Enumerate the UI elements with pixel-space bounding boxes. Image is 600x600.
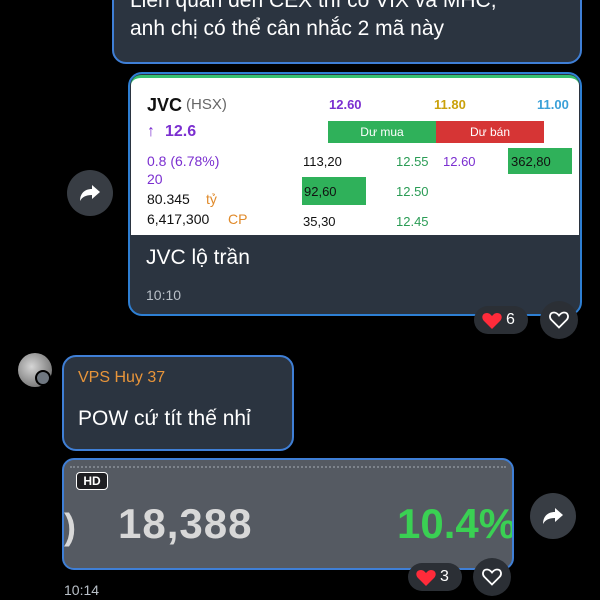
message-text: JVC lộ trần (146, 246, 250, 269)
trade-volume: 6,417,300 (147, 211, 210, 227)
message-time: 10:14 (64, 582, 100, 598)
reaction-heart[interactable]: 6 (474, 306, 528, 334)
bid-3-price: 12.45 (396, 214, 429, 229)
stock-exchange: (HSX) (186, 96, 227, 113)
image-percent: 10.4% (397, 500, 514, 547)
message-bubble-quote[interactable]: JVC (HSX) 12.60 11.80 11.00 ↑ 12.6 Dư mu… (128, 72, 582, 316)
ceiling-price: 12.60 (329, 97, 362, 112)
bid-2-price: 12.50 (396, 184, 429, 199)
bid-1-price: 12.55 (396, 154, 429, 169)
image-lead-glyph: ) (64, 506, 76, 547)
image-number: 18,388 (118, 500, 253, 547)
message-text-line-2: anh chị có thể cân nhắc 2 mã này (130, 17, 445, 40)
image-message[interactable]: HD ) 18,388 10.4% (62, 458, 514, 570)
message-time: 10:10 (146, 287, 182, 303)
price-up-arrow-icon: ↑ (147, 123, 155, 140)
like-button[interactable] (473, 558, 511, 596)
hd-badge: HD (76, 472, 108, 490)
trade-value-unit: tỷ (206, 191, 217, 207)
bid-2-volume: 92,60 (304, 184, 337, 199)
price-change: 0.8 (6.78%) (147, 153, 220, 169)
message-text: POW cứ tít thế nhỉ (78, 407, 251, 430)
ask-1-volume: 362,80 (511, 154, 551, 169)
extra-value: 20 (147, 171, 163, 187)
trade-value: 80.345 (147, 191, 190, 207)
message-author[interactable]: VPS Huy 37 (78, 369, 165, 387)
reaction-heart[interactable]: 3 (408, 563, 462, 591)
trade-volume-unit: CP (228, 211, 248, 227)
floor-price: 11.00 (537, 97, 569, 112)
heart-outline-icon (549, 311, 569, 329)
heart-outline-icon (482, 568, 502, 586)
reaction-count: 6 (506, 311, 515, 328)
forward-arrow-icon (80, 185, 100, 201)
image-dotted-line (70, 466, 506, 468)
forward-button[interactable] (530, 493, 576, 539)
bid-volume-header: Dư mua (328, 121, 436, 143)
message-bubble-2[interactable]: VPS Huy 37 POW cứ tít thế nhỉ (62, 355, 294, 451)
ask-volume-header: Dư bán (436, 121, 544, 143)
reaction-count: 3 (440, 568, 449, 585)
forward-button[interactable] (67, 170, 113, 216)
ask-1-price: 12.60 (443, 154, 476, 169)
stock-symbol: JVC (147, 95, 183, 115)
like-button[interactable] (540, 301, 578, 339)
avatar-badge (35, 370, 51, 386)
message-bubble-top[interactable]: Liên quan đến CEX thì có VIX và MHC, anh… (112, 0, 582, 64)
forward-arrow-icon (543, 508, 563, 524)
bid-1-volume: 113,20 (303, 154, 342, 169)
stock-quote-card[interactable]: JVC (HSX) 12.60 11.80 11.00 ↑ 12.6 Dư mu… (131, 75, 579, 235)
bid-3-volume: 35,30 (303, 214, 336, 229)
reference-price: 11.80 (434, 97, 466, 112)
current-price: 12.6 (165, 123, 197, 140)
red-heart-icon (416, 570, 436, 586)
red-heart-icon (482, 313, 502, 329)
